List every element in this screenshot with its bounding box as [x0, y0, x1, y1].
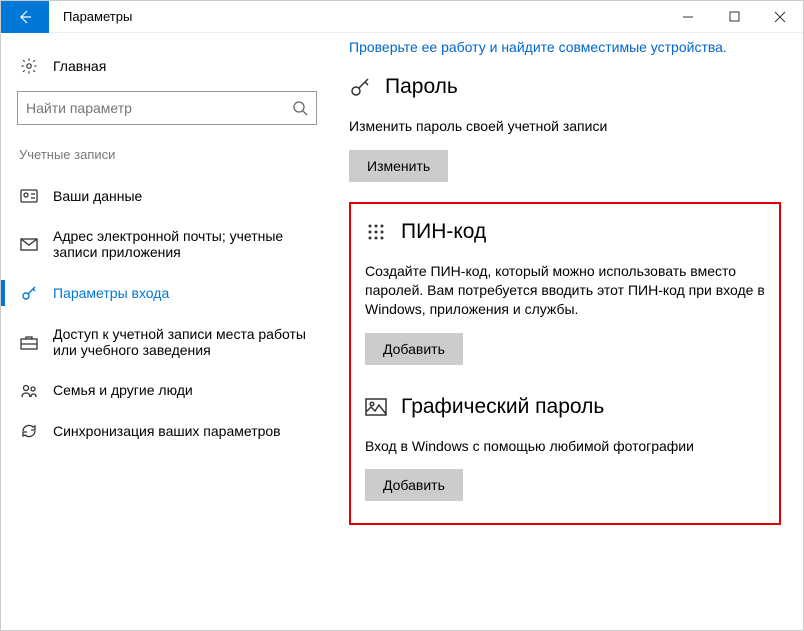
password-desc: Изменить пароль своей учетной записи — [349, 117, 781, 136]
titlebar: Параметры — [1, 1, 803, 33]
add-pin-button[interactable]: Добавить — [365, 333, 463, 365]
close-button[interactable] — [757, 1, 803, 33]
password-section: Пароль Изменить пароль своей учетной зап… — [349, 75, 781, 182]
sidebar-item-work-access[interactable]: Доступ к учетной записи места работы или… — [13, 314, 331, 370]
sidebar-item-sync[interactable]: Синхронизация ваших параметров — [13, 410, 331, 452]
window-title: Параметры — [49, 9, 132, 24]
hello-devices-link[interactable]: Проверьте ее работу и найдите совместимы… — [349, 39, 781, 75]
key-icon — [349, 76, 371, 98]
keypad-icon — [365, 222, 387, 242]
pin-desc: Создайте ПИН-код, который можно использо… — [365, 262, 765, 319]
sidebar-item-signin-options[interactable]: Параметры входа — [13, 272, 331, 314]
section-title: ПИН-код — [401, 220, 486, 244]
search-box[interactable] — [17, 91, 317, 125]
search-input[interactable] — [26, 100, 292, 116]
nav-label: Ваши данные — [53, 188, 142, 204]
back-button[interactable] — [1, 1, 49, 33]
arrow-left-icon — [17, 9, 33, 25]
minimize-icon — [682, 11, 694, 23]
sidebar-item-family[interactable]: Семья и другие люди — [13, 370, 331, 410]
picture-icon — [365, 398, 387, 416]
minimize-button[interactable] — [665, 1, 711, 33]
nav-label: Синхронизация ваших параметров — [53, 423, 281, 439]
nav-label: Адрес электронной почты; учетные записи … — [53, 228, 313, 260]
maximize-icon — [729, 11, 740, 22]
home-nav[interactable]: Главная — [13, 49, 331, 91]
nav-label: Доступ к учетной записи места работы или… — [53, 326, 313, 358]
picture-password-section: Графический пароль Вход в Windows с помо… — [365, 395, 765, 502]
sidebar-section-label: Учетные записи — [13, 147, 331, 176]
home-label: Главная — [53, 58, 106, 74]
main-panel: Проверьте ее работу и найдите совместимы… — [331, 33, 803, 630]
id-card-icon — [19, 189, 39, 203]
maximize-button[interactable] — [711, 1, 757, 33]
sync-icon — [19, 422, 39, 440]
nav-label: Параметры входа — [53, 285, 169, 301]
people-icon — [19, 383, 39, 398]
change-password-button[interactable]: Изменить — [349, 150, 448, 182]
nav-label: Семья и другие люди — [53, 382, 193, 398]
sidebar-item-your-info[interactable]: Ваши данные — [13, 176, 331, 216]
window-controls — [665, 1, 803, 33]
section-title: Пароль — [385, 75, 458, 99]
sidebar: Главная Учетные записи Ваши данные Адрес… — [1, 33, 331, 630]
mail-icon — [19, 238, 39, 251]
highlight-box: ПИН-код Создайте ПИН-код, который можно … — [349, 202, 781, 526]
key-icon — [19, 284, 39, 302]
section-title: Графический пароль — [401, 395, 604, 419]
picture-desc: Вход в Windows с помощью любимой фотогра… — [365, 437, 765, 456]
gear-icon — [19, 57, 39, 75]
sidebar-item-email[interactable]: Адрес электронной почты; учетные записи … — [13, 216, 331, 272]
briefcase-icon — [19, 335, 39, 350]
add-picture-password-button[interactable]: Добавить — [365, 469, 463, 501]
search-icon — [292, 100, 308, 116]
pin-section: ПИН-код Создайте ПИН-код, который можно … — [365, 220, 765, 365]
close-icon — [774, 11, 786, 23]
